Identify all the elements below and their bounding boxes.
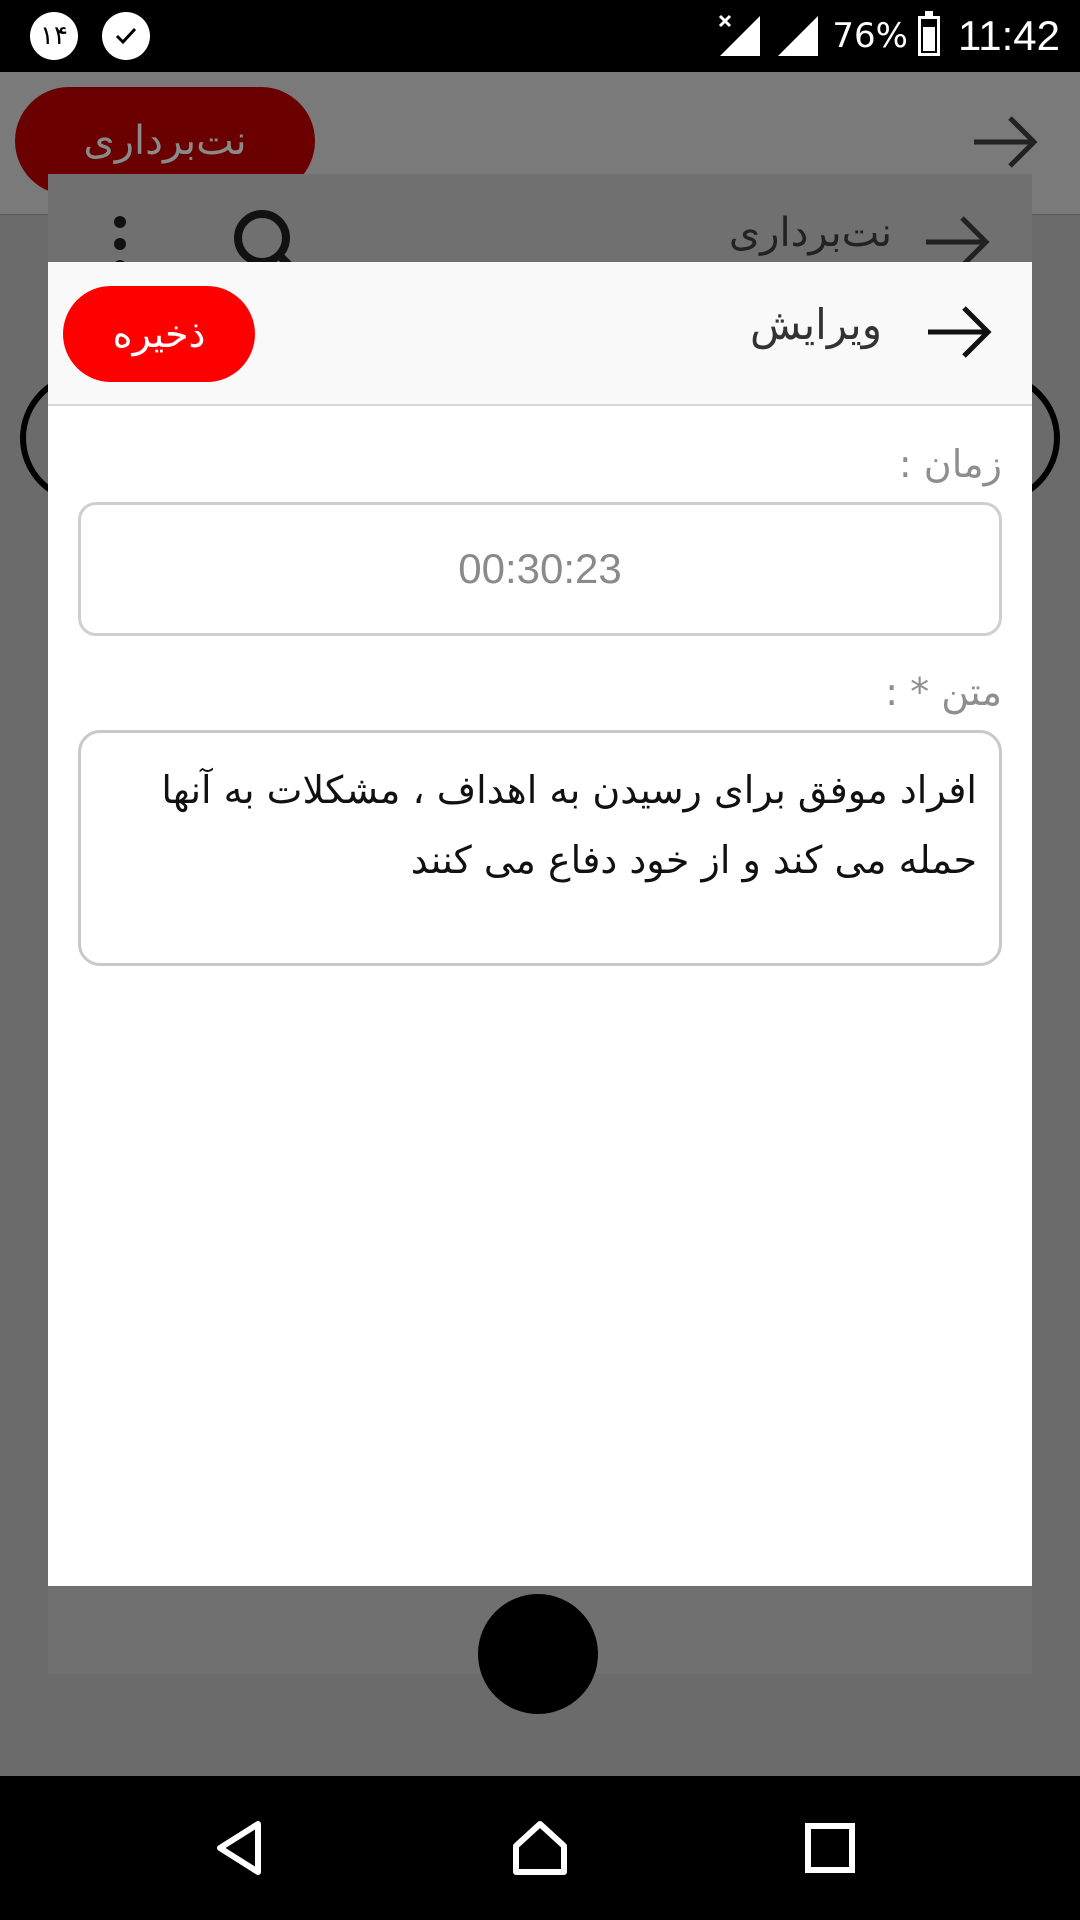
status-bar: ۱۴ 76% 11:42	[0, 0, 1080, 72]
save-button[interactable]: ذخیره	[63, 286, 255, 382]
edit-dialog: ذخیره ویرایش زمان : 00:30:23 متن * : افر…	[48, 262, 1032, 1586]
time-field[interactable]: 00:30:23	[78, 502, 1002, 636]
background-fab	[478, 1594, 598, 1714]
battery-icon	[918, 11, 940, 56]
back-icon[interactable]	[210, 1818, 270, 1878]
signal-no-data-icon	[719, 14, 761, 56]
text-label: متن * :	[885, 670, 1002, 714]
back-arrow-icon[interactable]	[924, 302, 994, 362]
battery-percent: 76%	[832, 16, 908, 56]
time-label: زمان :	[898, 442, 1002, 486]
note-text-value: افراد موفق برای رسیدن به اهداف ، مشکلات …	[161, 768, 977, 882]
dialog-title: ویرایش	[749, 300, 882, 349]
note-text-field[interactable]: افراد موفق برای رسیدن به اهداف ، مشکلات …	[78, 730, 1002, 966]
navigation-bar	[0, 1776, 1080, 1920]
background-pill-label: نت‌برداری	[83, 118, 247, 164]
check-circle-icon	[102, 12, 150, 60]
background-arrow-icon	[974, 116, 1038, 168]
signal-icon	[778, 16, 819, 56]
time-value: 00:30:23	[458, 545, 622, 592]
notification-count: ۱۴	[40, 21, 68, 51]
clock: 11:42	[958, 12, 1060, 59]
notification-count-icon: ۱۴	[30, 12, 78, 60]
home-icon[interactable]	[510, 1818, 570, 1878]
dialog-header: ذخیره ویرایش	[48, 262, 1032, 406]
recents-icon[interactable]	[800, 1818, 860, 1878]
background-card-title: نت‌برداری	[728, 210, 892, 256]
